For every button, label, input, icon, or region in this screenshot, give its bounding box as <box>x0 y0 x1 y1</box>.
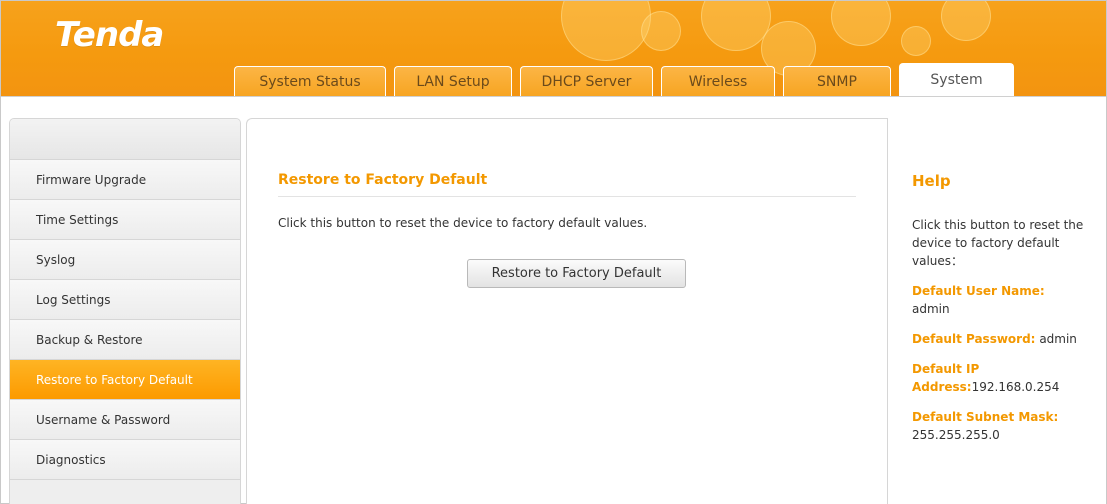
sidebar-header <box>10 119 240 160</box>
help-user-name-value: admin <box>912 302 950 316</box>
help-password-value: admin <box>1039 332 1077 346</box>
help-user-name-label: Default User Name: <box>912 284 1045 298</box>
sidebar-item-backup-restore[interactable]: Backup & Restore <box>10 320 240 360</box>
help-default-user: Default User Name: admin <box>912 282 1097 318</box>
sidebar-item-syslog[interactable]: Syslog <box>10 240 240 280</box>
header: Tenda System Status LAN Setup DHCP Serve… <box>1 1 1106 96</box>
decor-bubble <box>641 11 681 51</box>
tab-snmp[interactable]: SNMP <box>783 66 891 96</box>
help-ip-label: Default IP Address: <box>912 362 980 394</box>
sidebar-item-username-password[interactable]: Username & Password <box>10 400 240 440</box>
section-description: Click this button to reset the device to… <box>278 216 648 230</box>
decor-bubble <box>831 1 891 46</box>
help-default-ip: Default IP Address:192.168.0.254 <box>912 360 1097 396</box>
decor-bubble <box>901 26 931 56</box>
sidebar-item-log-settings[interactable]: Log Settings <box>10 280 240 320</box>
tab-system-status[interactable]: System Status <box>234 66 386 96</box>
help-mask-value: 255.255.255.0 <box>912 428 1000 442</box>
section-title: Restore to Factory Default <box>278 172 856 197</box>
help-password-label: Default Password: <box>912 332 1036 346</box>
tab-dhcp-server[interactable]: DHCP Server <box>520 66 653 96</box>
help-mask-label: Default Subnet Mask: <box>912 410 1059 424</box>
help-intro: Click this button to reset the device to… <box>912 218 1084 268</box>
tab-system[interactable]: System <box>899 63 1014 96</box>
help-default-password: Default Password: admin <box>912 330 1097 348</box>
sidebar-item-time-settings[interactable]: Time Settings <box>10 200 240 240</box>
decor-bubble <box>941 1 991 41</box>
tab-lan-setup[interactable]: LAN Setup <box>394 66 512 96</box>
tab-wireless[interactable]: Wireless <box>661 66 775 96</box>
help-default-mask: Default Subnet Mask: 255.255.255.0 <box>912 408 1097 444</box>
restore-factory-default-button[interactable]: Restore to Factory Default <box>467 259 686 288</box>
sidebar-item-restore-factory-default[interactable]: Restore to Factory Default <box>10 360 240 400</box>
sidebar: Firmware Upgrade Time Settings Syslog Lo… <box>9 118 241 504</box>
help-ip-value: 192.168.0.254 <box>971 380 1060 394</box>
top-tabs: System Status LAN Setup DHCP Server Wire… <box>234 63 1022 96</box>
sidebar-item-diagnostics[interactable]: Diagnostics <box>10 440 240 480</box>
sidebar-item-firmware-upgrade[interactable]: Firmware Upgrade <box>10 160 240 200</box>
help-panel: Help Click this button to reset the devi… <box>887 118 1106 504</box>
header-divider <box>1 96 1106 118</box>
help-title: Help <box>912 172 951 190</box>
decor-bubble <box>561 1 651 61</box>
main-panel: Restore to Factory Default Click this bu… <box>246 118 891 504</box>
tenda-logo: Tenda <box>55 15 164 55</box>
help-body: Click this button to reset the device to… <box>912 216 1097 456</box>
